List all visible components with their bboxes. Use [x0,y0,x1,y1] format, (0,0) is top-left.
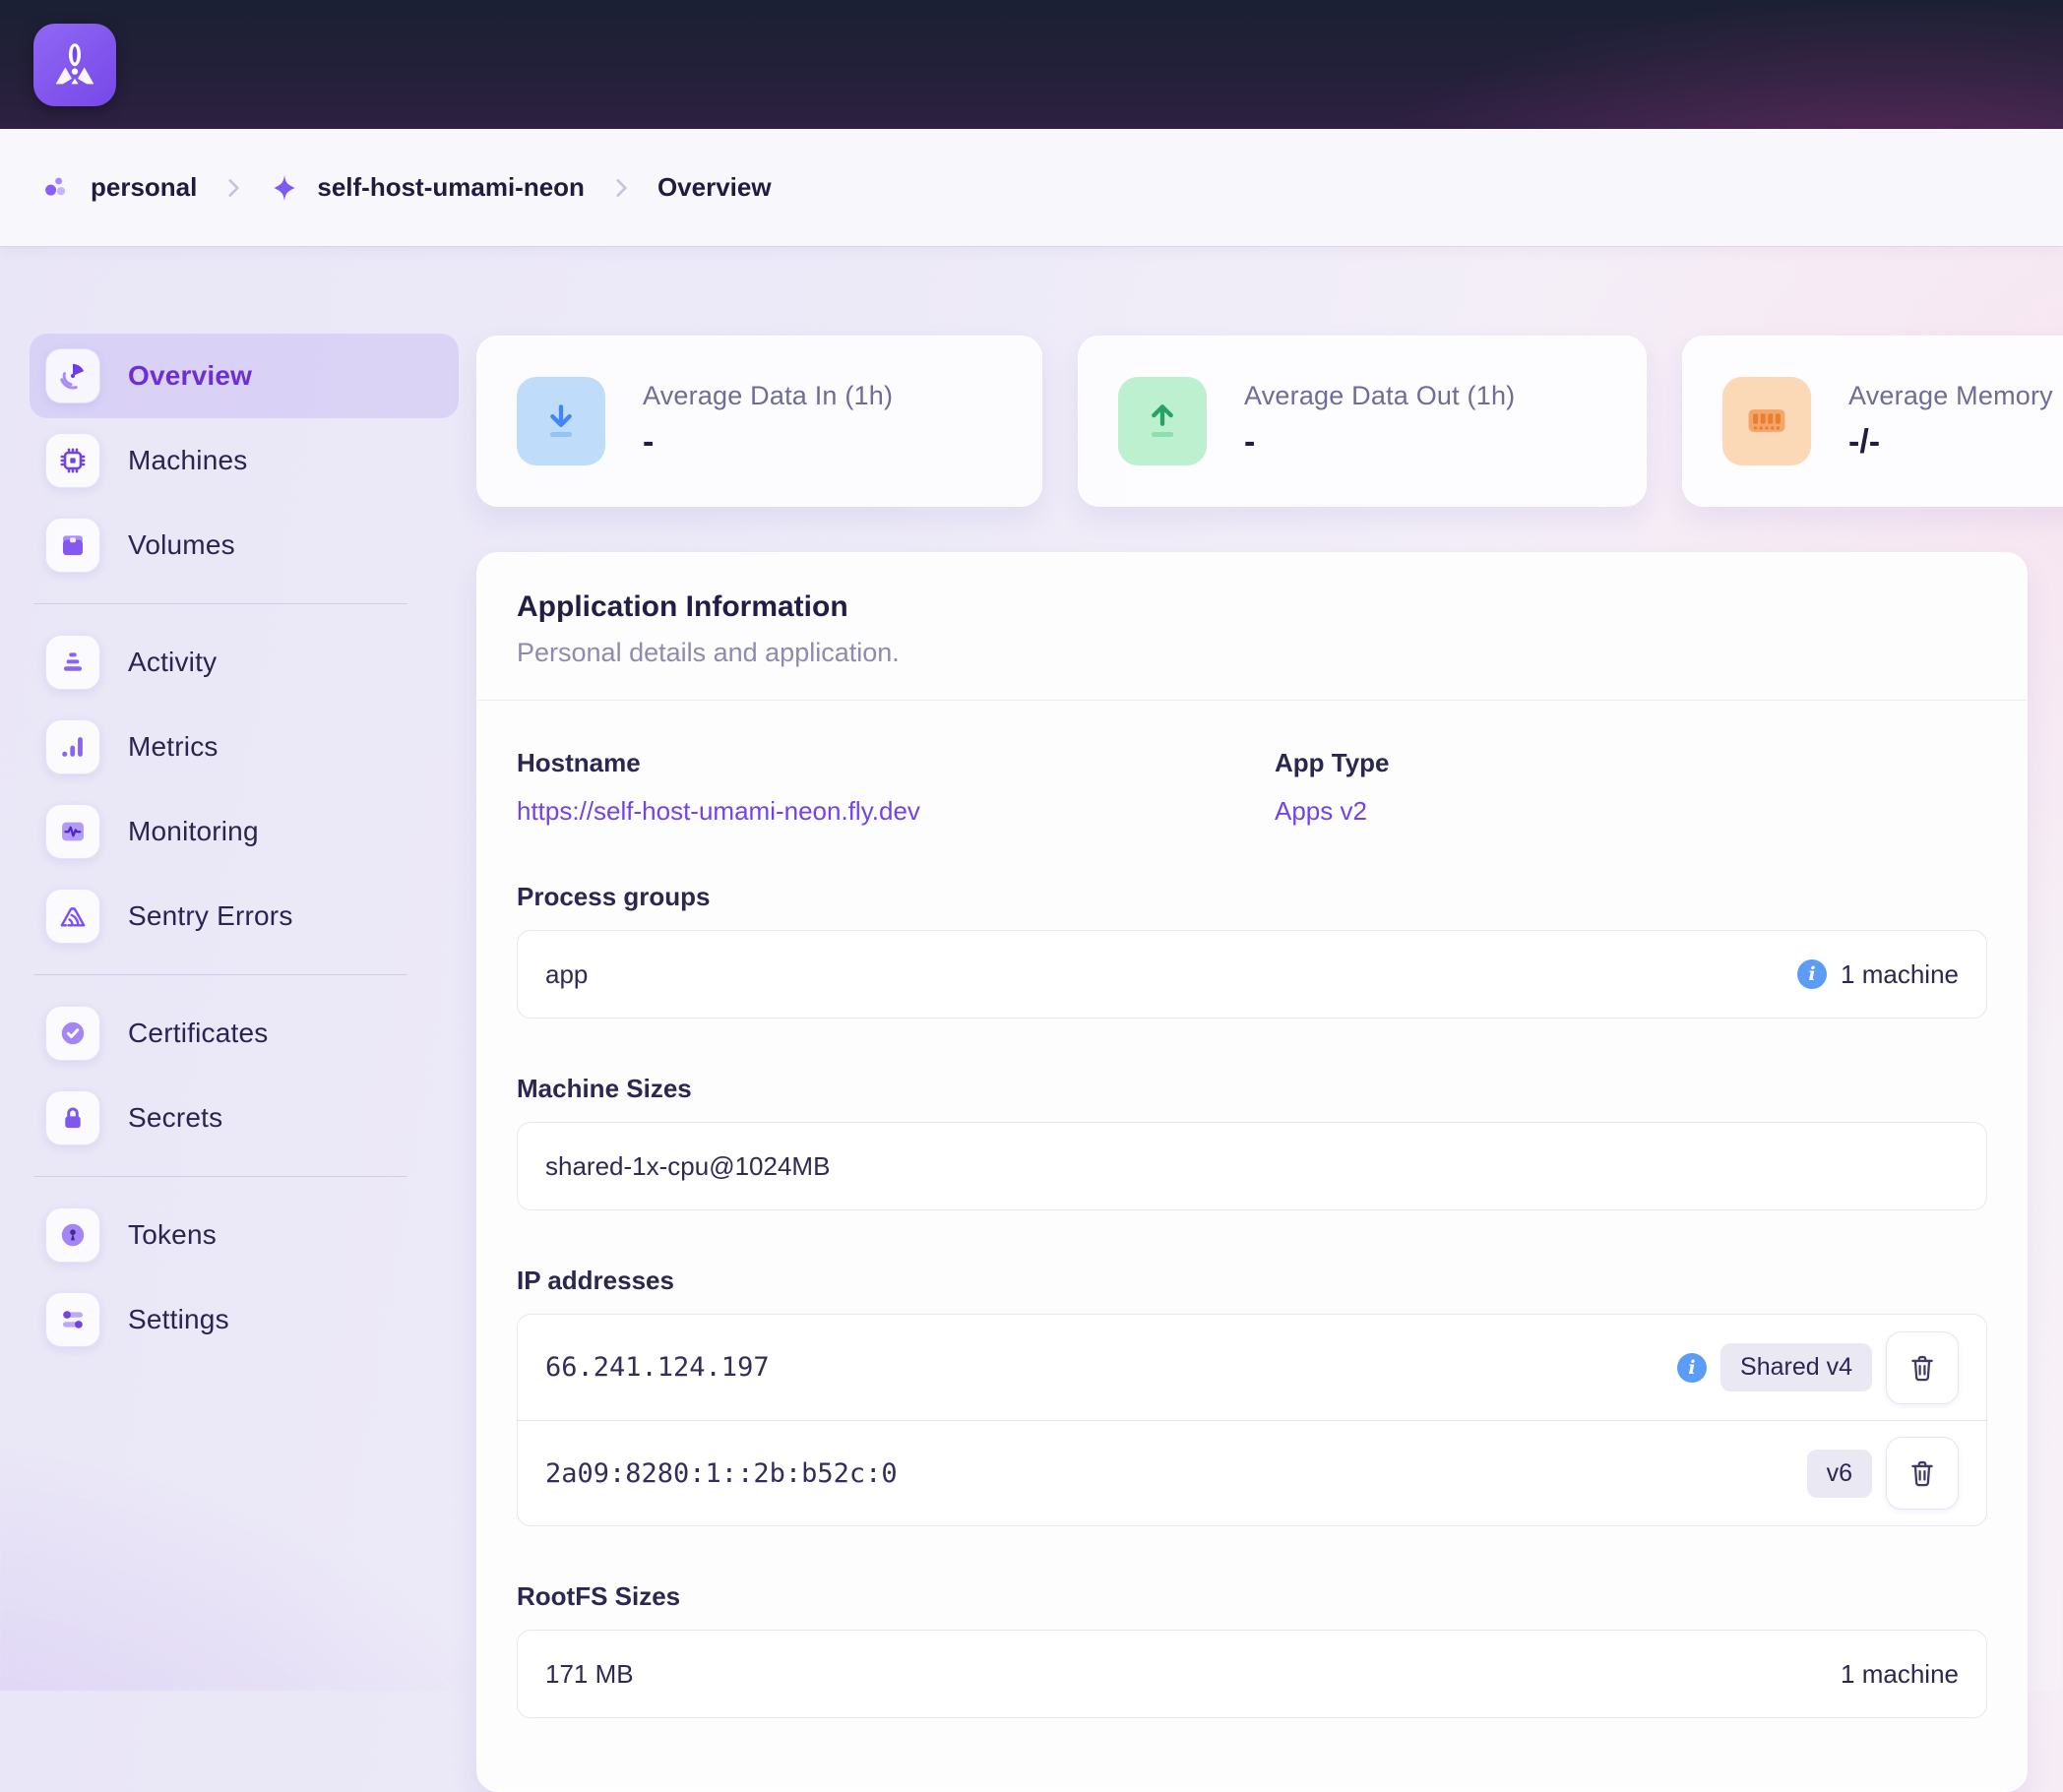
balloon-icon [46,36,103,93]
rootfs-sizes-label: RootFS Sizes [517,1581,1987,1612]
stat-value: - [643,423,893,462]
app-type-link[interactable]: Apps v2 [1275,796,1367,827]
app-type-label: App Type [1275,748,1987,778]
info-icon[interactable]: i [1797,959,1827,989]
rootfs-size-value: 171 MB [545,1659,634,1690]
sidebar-item-activity[interactable]: Activity [30,620,459,705]
ip-addresses-label: IP addresses [517,1266,1987,1296]
sidebar-label-sentry-errors: Sentry Errors [128,900,293,932]
cpu-chip-icon [45,433,100,488]
application-information-header: Application Information Personal details… [477,553,2027,700]
ip-address-v6: 2a09:8280:1::2b:b52c:0 [545,1458,898,1489]
chevron-right-icon [220,175,246,201]
toggles-icon [45,1292,100,1347]
sidebar-divider [33,1176,407,1177]
hostname-label: Hostname [517,748,1275,778]
upload-icon [1118,377,1207,465]
sidebar-label-volumes: Volumes [128,529,235,561]
sidebar-label-activity: Activity [128,647,217,678]
breadcrumb-page-label: Overview [657,172,772,203]
sidebar-item-secrets[interactable]: Secrets [30,1076,459,1160]
breadcrumb-app[interactable]: self-host-umami-neon [270,172,585,203]
app-type-field: App Type Apps v2 [1275,748,1987,827]
download-icon [517,377,605,465]
breadcrumb-page[interactable]: Overview [657,172,772,203]
activity-stack-icon [45,635,100,690]
sentry-logo-icon [45,889,100,944]
sidebar-item-monitoring[interactable]: Monitoring [30,789,459,874]
stat-label: Average Data In (1h) [643,381,893,411]
top-bar [0,0,2063,129]
chevron-right-icon [608,175,634,201]
hostname-field: Hostname https://self-host-umami-neon.fl… [517,748,1275,827]
stat-card-data-in: Average Data In (1h) - [476,336,1042,507]
rootfs-machines: 1 machine [1841,1659,1959,1690]
stat-label: Average Memory [1848,381,2053,411]
ip-badge-shared-v4: Shared v4 [1720,1343,1872,1391]
ip-address-v4: 66.241.124.197 [545,1352,770,1383]
card-subtitle: Personal details and application. [517,638,1987,668]
process-group-row: app i 1 machine [517,930,1987,1019]
sidebar-item-volumes[interactable]: Volumes [30,503,459,587]
process-group-machines: 1 machine [1841,959,1959,990]
machine-size-row: shared-1x-cpu@1024MB [517,1122,1987,1210]
org-dots-icon [41,172,73,204]
stat-card-memory: Average Memory -/- [1682,336,2063,507]
delete-ip-button[interactable] [1886,1437,1959,1510]
sidebar-item-sentry-errors[interactable]: Sentry Errors [30,874,459,958]
breadcrumb-org-label: personal [91,172,197,203]
trash-icon [1907,1457,1938,1489]
info-icon[interactable]: i [1677,1353,1707,1383]
sidebar-item-tokens[interactable]: Tokens [30,1193,459,1277]
sidebar-divider [33,603,407,604]
sidebar-label-monitoring: Monitoring [128,816,259,847]
sidebar-label-overview: Overview [128,360,252,392]
machine-size-value: shared-1x-cpu@1024MB [545,1151,830,1182]
rootfs-row: 171 MB 1 machine [517,1630,1987,1718]
ip-address-list: 66.241.124.197 i Shared v4 2a09: [517,1314,1987,1526]
sidebar-label-certificates: Certificates [128,1018,268,1049]
sidebar-label-metrics: Metrics [128,731,219,763]
sidebar-item-certificates[interactable]: Certificates [30,991,459,1076]
process-groups-label: Process groups [517,882,1987,912]
ip-badge-v6: v6 [1807,1450,1872,1498]
process-group-name: app [545,959,588,990]
delete-ip-button[interactable] [1886,1331,1959,1404]
ip-row-v4: 66.241.124.197 i Shared v4 [518,1315,1986,1420]
sidebar-label-tokens: Tokens [128,1219,217,1251]
breadcrumb: personal self-host-umami-neon Overview [0,129,2063,246]
machine-sizes-label: Machine Sizes [517,1074,1987,1104]
sidebar-label-secrets: Secrets [128,1102,222,1134]
breadcrumb-app-label: self-host-umami-neon [317,172,585,203]
trash-icon [1907,1352,1938,1384]
package-icon [45,518,100,573]
keyhole-icon [45,1207,100,1263]
sidebar-item-machines[interactable]: Machines [30,418,459,503]
app-sparkle-icon [270,173,299,203]
pulse-monitor-icon [45,804,100,859]
stat-value: -/- [1848,423,2053,462]
card-title: Application Information [517,590,1987,624]
memory-icon [1722,377,1811,465]
ip-row-v6: 2a09:8280:1::2b:b52c:0 v6 [518,1420,1986,1525]
lock-icon [45,1090,100,1145]
badge-check-icon [45,1006,100,1061]
sidebar-item-settings[interactable]: Settings [30,1277,459,1362]
sidebar-divider [33,974,407,975]
fly-logo[interactable] [33,24,116,106]
stat-label: Average Data Out (1h) [1244,381,1515,411]
bar-chart-icon [45,719,100,774]
sidebar-label-settings: Settings [128,1304,229,1335]
hostname-link[interactable]: https://self-host-umami-neon.fly.dev [517,796,920,827]
stat-card-data-out: Average Data Out (1h) - [1078,336,1647,507]
sidebar-label-machines: Machines [128,445,247,476]
stat-value: - [1244,423,1515,462]
breadcrumb-org[interactable]: personal [41,172,197,204]
overview-icon [45,348,100,403]
application-information-card: Application Information Personal details… [476,552,2028,1792]
sidebar-nav: Overview Machines Volumes [30,334,459,1362]
sidebar-item-metrics[interactable]: Metrics [30,705,459,789]
sidebar-item-overview[interactable]: Overview [30,334,459,418]
stat-cards: Average Data In (1h) - Average Data Out … [476,336,2063,507]
